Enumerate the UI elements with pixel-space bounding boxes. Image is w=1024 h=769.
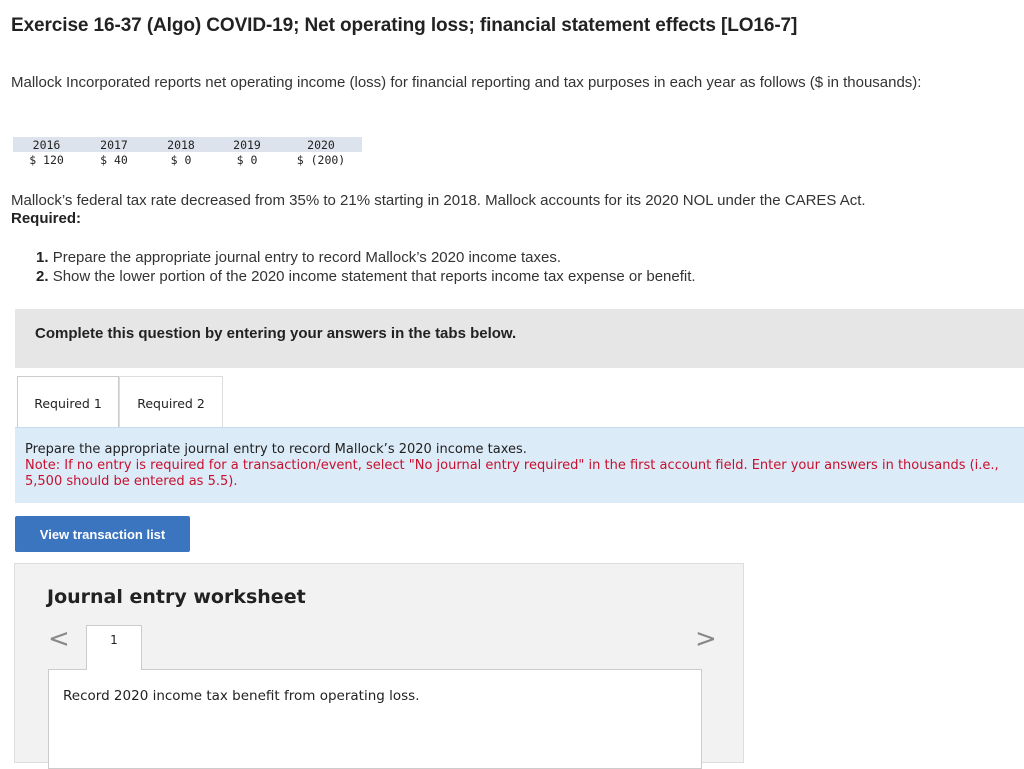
- problem-intro: Mallock Incorporated reports net operati…: [11, 74, 922, 91]
- requirement-text: Prepare the appropriate journal entry to…: [52, 249, 562, 266]
- year-header: 2020: [280, 137, 362, 152]
- year-value: $ 40: [100, 153, 128, 167]
- complete-question-text: Complete this question by entering your …: [35, 325, 517, 342]
- chevron-right-icon[interactable]: >: [695, 624, 717, 654]
- worksheet-description: Record 2020 income tax benefit from oper…: [63, 688, 420, 704]
- nol-table-value-row: $ 120 $ 40 $ 0 $ 0 $ (200): [13, 152, 362, 168]
- year-header: 2018: [148, 137, 214, 152]
- tab-required-2[interactable]: Required 2: [119, 376, 223, 427]
- complete-question-banner: Complete this question by entering your …: [15, 309, 1024, 368]
- worksheet-content: Record 2020 income tax benefit from oper…: [48, 669, 702, 769]
- year-value: $ (200): [296, 153, 346, 167]
- worksheet-title: Journal entry worksheet: [47, 586, 306, 608]
- required-heading: Required:: [11, 210, 82, 227]
- year-header: 2017: [80, 137, 148, 152]
- instructions-text: Prepare the appropriate journal entry to…: [25, 442, 527, 457]
- page-title: Exercise 16-37 (Algo) COVID-19; Net oper…: [11, 15, 798, 36]
- view-transaction-list-button[interactable]: View transaction list: [15, 516, 190, 552]
- year-value: $ 0: [236, 153, 258, 167]
- instructions-note: Note: If no entry is required for a tran…: [25, 458, 999, 489]
- requirement-text: Show the lower portion of the 2020 incom…: [52, 268, 696, 285]
- instructions-box: Prepare the appropriate journal entry to…: [15, 427, 1024, 503]
- chevron-left-icon[interactable]: <: [48, 624, 70, 654]
- requirements-list: 1. Prepare the appropriate journal entry…: [36, 248, 696, 286]
- requirement-number: 2.: [36, 268, 49, 285]
- requirement-item: 1. Prepare the appropriate journal entry…: [36, 248, 696, 267]
- requirement-item: 2. Show the lower portion of the 2020 in…: [36, 267, 696, 286]
- requirement-number: 1.: [36, 249, 49, 266]
- worksheet-step-tab[interactable]: 1: [86, 625, 142, 670]
- year-value: $ 120: [29, 153, 64, 167]
- year-value: $ 0: [170, 153, 192, 167]
- nol-table: 2016 2017 2018 2019 2020 $ 120 $ 40 $ 0 …: [13, 137, 362, 168]
- journal-entry-worksheet: Journal entry worksheet < 1 > Record 202…: [14, 563, 744, 769]
- year-header: 2019: [214, 137, 280, 152]
- year-header: 2016: [13, 137, 80, 152]
- tab-required-1[interactable]: Required 1: [17, 376, 119, 427]
- tax-rate-text: Mallock’s federal tax rate decreased fro…: [11, 192, 866, 209]
- nol-table-header-row: 2016 2017 2018 2019 2020: [13, 137, 362, 152]
